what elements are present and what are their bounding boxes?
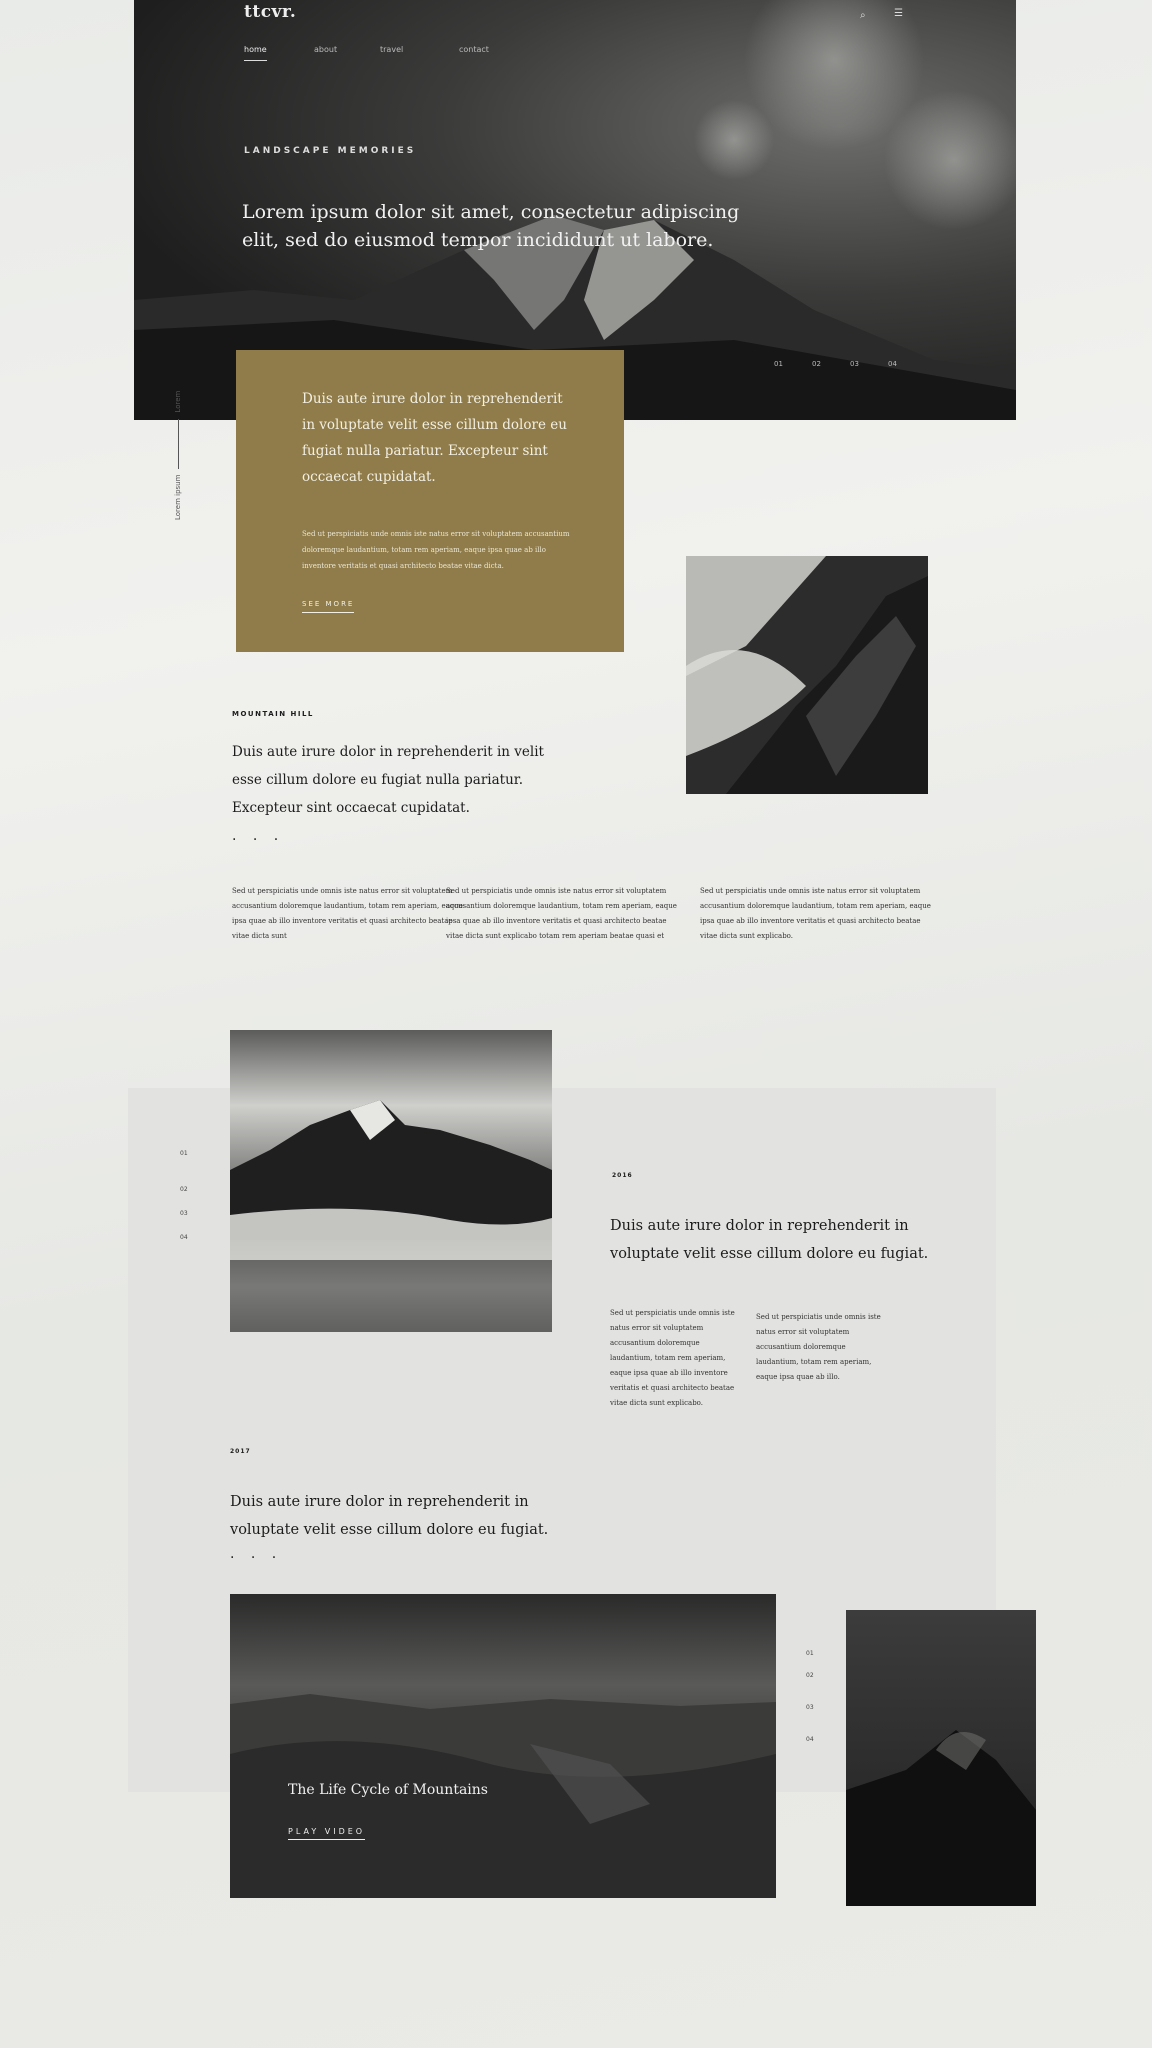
site-logo[interactable]: ttcvr.: [244, 2, 296, 22]
year-2017: 2017: [230, 1448, 251, 1455]
nav-about[interactable]: about: [314, 45, 337, 54]
mountain-hill-column-3: Sed ut perspiciatis unde omnis iste natu…: [700, 887, 931, 940]
video-pager-item[interactable]: 01: [806, 1650, 814, 1657]
hero-pager-item[interactable]: 03: [850, 360, 859, 368]
video-title: The Life Cycle of Mountains: [288, 1782, 488, 1798]
nav-contact[interactable]: contact: [459, 45, 489, 54]
see-more-link[interactable]: SEE MORE: [302, 600, 355, 613]
nav-home[interactable]: home: [244, 45, 267, 61]
hero-pager-item[interactable]: 04: [888, 360, 897, 368]
mountain-hill-tag: MOUNTAIN HILL: [232, 710, 314, 718]
video-pager-item[interactable]: 02: [806, 1672, 814, 1679]
mountain-hill-column-1: Sed ut perspiciatis unde omnis iste natu…: [232, 887, 463, 940]
intro-card-lead: Duis aute irure dolor in reprehenderit i…: [302, 391, 567, 485]
feature-pager-item[interactable]: 02: [180, 1186, 188, 1193]
intro-card-body: Sed ut perspiciatis unde omnis iste natu…: [302, 530, 570, 570]
intro-card: Duis aute irure dolor in reprehenderit i…: [236, 350, 624, 652]
video-pager-item[interactable]: 04: [806, 1736, 814, 1743]
side-label-right: Lorem: [174, 390, 182, 413]
play-video-button[interactable]: PLAY VIDEO: [288, 1827, 366, 1840]
menu-icon[interactable]: ☰: [894, 8, 903, 19]
hero-headline: Lorem ipsum dolor sit amet, consectetur …: [242, 201, 740, 251]
video-card[interactable]: The Life Cycle of Mountains PLAY VIDEO: [230, 1594, 776, 1898]
aerial-mountains-image: [230, 1694, 776, 1898]
foggy-peak-image: [230, 1030, 552, 1332]
feature-2017-headline: Duis aute irure dolor in reprehenderit i…: [230, 1494, 549, 1538]
misty-mountain-image: [686, 556, 928, 794]
hero-pager-item[interactable]: 02: [812, 360, 821, 368]
mountain-hill-dots: · · ·: [232, 832, 285, 848]
feature-2016-headline: Duis aute irure dolor in reprehenderit i…: [610, 1218, 929, 1262]
mountain-hill-headline: Duis aute irure dolor in reprehenderit i…: [232, 744, 544, 816]
feature-2016-column-1: Sed ut perspiciatis unde omnis iste natu…: [610, 1309, 735, 1407]
feature-pager-item[interactable]: 01: [180, 1150, 188, 1157]
mountain-hill-column-2: Sed ut perspiciatis unde omnis iste natu…: [446, 887, 677, 940]
year-2016: 2016: [612, 1172, 633, 1179]
feature-2016-column-2: Sed ut perspiciatis unde omnis iste natu…: [756, 1313, 881, 1381]
side-label-line: [177, 418, 179, 469]
video-pager-item[interactable]: 03: [806, 1704, 814, 1711]
side-mountain-image: [846, 1610, 1036, 1906]
side-label-left: Lorem ipsum: [174, 474, 182, 520]
hero-pager-item[interactable]: 01: [774, 360, 783, 368]
hero-kicker: LANDSCAPE MEMORIES: [244, 146, 417, 156]
nav-travel[interactable]: travel: [380, 45, 403, 54]
feature-2017-dots: · · ·: [230, 1550, 283, 1566]
search-icon[interactable]: ⌕: [860, 10, 866, 21]
side-vertical-label: Lorem ipsum Lorem: [174, 391, 182, 520]
feature-pager-item[interactable]: 04: [180, 1234, 188, 1241]
feature-pager-item[interactable]: 03: [180, 1210, 188, 1217]
